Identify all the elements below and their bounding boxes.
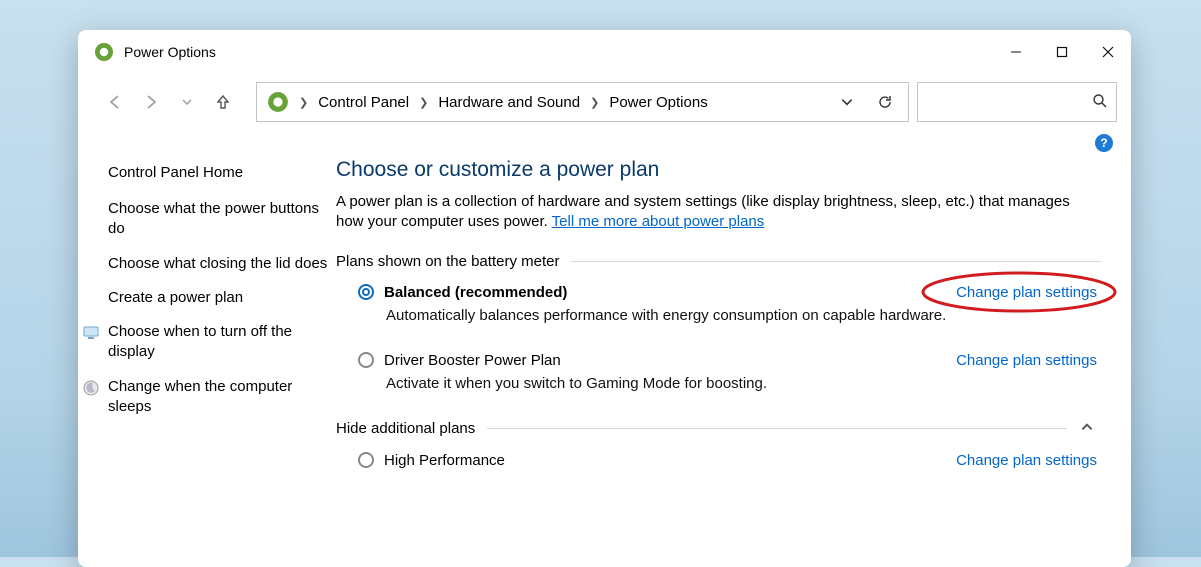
titlebar: Power Options xyxy=(78,30,1131,74)
page-title: Choose or customize a power plan xyxy=(336,158,1101,182)
help-row: ? xyxy=(78,134,1131,154)
breadcrumb-item[interactable]: Control Panel xyxy=(316,94,411,111)
nav-buttons xyxy=(92,85,248,119)
sidebar-item-create-plan[interactable]: Create a power plan xyxy=(108,288,328,308)
main-content: Choose or customize a power plan A power… xyxy=(336,154,1111,567)
change-plan-settings-link[interactable]: Change plan settings xyxy=(956,284,1097,301)
sidebar-item-label: Choose what the power buttons do xyxy=(108,199,328,240)
nav-row: ❯ Control Panel ❯ Hardware and Sound ❯ P… xyxy=(78,74,1131,134)
control-panel-home-link[interactable]: Control Panel Home xyxy=(108,164,328,181)
plan-radio[interactable] xyxy=(358,284,374,300)
search-box[interactable] xyxy=(917,82,1117,122)
plan-name[interactable]: Balanced (recommended) xyxy=(384,284,567,301)
chevron-right-icon[interactable]: ❯ xyxy=(295,96,312,109)
sidebar: Control Panel Home Choose what the power… xyxy=(78,154,336,567)
refresh-button[interactable] xyxy=(868,85,902,119)
breadcrumb-item[interactable]: Hardware and Sound xyxy=(436,94,582,111)
address-bar[interactable]: ❯ Control Panel ❯ Hardware and Sound ❯ P… xyxy=(256,82,909,122)
section-label-text: Hide additional plans xyxy=(336,420,475,437)
back-button[interactable] xyxy=(98,85,132,119)
display-icon xyxy=(82,324,100,342)
moon-icon xyxy=(82,379,100,397)
power-options-icon xyxy=(267,91,289,113)
help-icon[interactable]: ? xyxy=(1095,134,1113,152)
intro-text: A power plan is a collection of hardware… xyxy=(336,192,1101,233)
body: Control Panel Home Choose what the power… xyxy=(78,154,1131,567)
forward-button[interactable] xyxy=(134,85,168,119)
plan-description: Automatically balances performance with … xyxy=(358,301,1097,334)
search-icon xyxy=(1092,93,1108,112)
plan-name[interactable]: High Performance xyxy=(384,452,505,469)
change-plan-settings-link[interactable]: Change plan settings xyxy=(956,452,1097,469)
section-plans-shown: Plans shown on the battery meter xyxy=(336,253,1101,270)
sidebar-item-label: Change when the computer sleeps xyxy=(108,377,328,418)
minimize-button[interactable] xyxy=(993,30,1039,74)
plan-radio[interactable] xyxy=(358,352,374,368)
sidebar-item-power-buttons[interactable]: Choose what the power buttons do xyxy=(108,199,328,240)
chevron-up-icon[interactable] xyxy=(1073,420,1101,438)
plan-radio[interactable] xyxy=(358,452,374,468)
breadcrumb-item[interactable]: Power Options xyxy=(607,94,709,111)
close-button[interactable] xyxy=(1085,30,1131,74)
address-dropdown-button[interactable] xyxy=(830,85,864,119)
window-title-area: Power Options xyxy=(94,42,216,62)
section-label-text: Plans shown on the battery meter xyxy=(336,253,559,270)
chevron-right-icon[interactable]: ❯ xyxy=(586,96,603,109)
maximize-button[interactable] xyxy=(1039,30,1085,74)
sidebar-item-label: Choose when to turn off the display xyxy=(108,322,328,363)
plan-driver-booster: Driver Booster Power Plan Change plan se… xyxy=(336,338,1101,406)
window-title: Power Options xyxy=(124,44,216,60)
power-options-window: Power Options xyxy=(78,30,1131,567)
sidebar-item-computer-sleeps[interactable]: Change when the computer sleeps xyxy=(82,377,328,418)
plan-balanced: Balanced (recommended) Change plan setti… xyxy=(336,270,1101,338)
sidebar-item-lid[interactable]: Choose what closing the lid does xyxy=(108,254,328,274)
tell-me-more-link[interactable]: Tell me more about power plans xyxy=(552,213,765,230)
change-plan-settings-link[interactable]: Change plan settings xyxy=(956,352,1097,369)
power-options-icon xyxy=(94,42,114,62)
plan-name[interactable]: Driver Booster Power Plan xyxy=(384,352,561,369)
sidebar-item-turn-off-display[interactable]: Choose when to turn off the display xyxy=(82,322,328,363)
plan-high-performance: High Performance Change plan settings xyxy=(336,438,1101,473)
sidebar-item-label: Choose what closing the lid does xyxy=(108,254,327,274)
section-hide-additional[interactable]: Hide additional plans xyxy=(336,420,1101,438)
sidebar-item-label: Create a power plan xyxy=(108,288,243,308)
up-button[interactable] xyxy=(206,85,240,119)
chevron-right-icon[interactable]: ❯ xyxy=(415,96,432,109)
recent-locations-button[interactable] xyxy=(170,85,204,119)
plan-description: Activate it when you switch to Gaming Mo… xyxy=(358,369,1097,402)
